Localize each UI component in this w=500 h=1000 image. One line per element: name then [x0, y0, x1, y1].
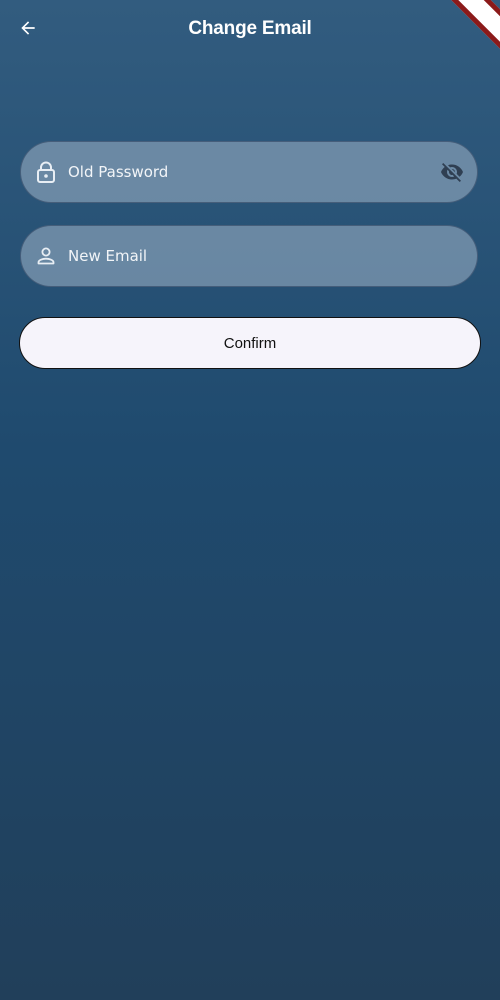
confirm-button-label: Confirm [223, 334, 277, 352]
old-password-input[interactable] [68, 142, 428, 202]
old-password-field[interactable] [20, 141, 478, 203]
person-icon [35, 245, 57, 267]
new-email-field[interactable] [20, 225, 478, 287]
new-email-input[interactable] [68, 226, 428, 286]
debug-banner [440, 0, 500, 60]
page-title: Change Email [188, 18, 312, 39]
debug-banner-stripe [446, 0, 500, 60]
visibility-off-icon[interactable] [439, 159, 465, 185]
confirm-button[interactable]: Confirm [19, 317, 481, 369]
lock-icon [35, 161, 57, 183]
app-bar: Change Email [0, 0, 500, 58]
